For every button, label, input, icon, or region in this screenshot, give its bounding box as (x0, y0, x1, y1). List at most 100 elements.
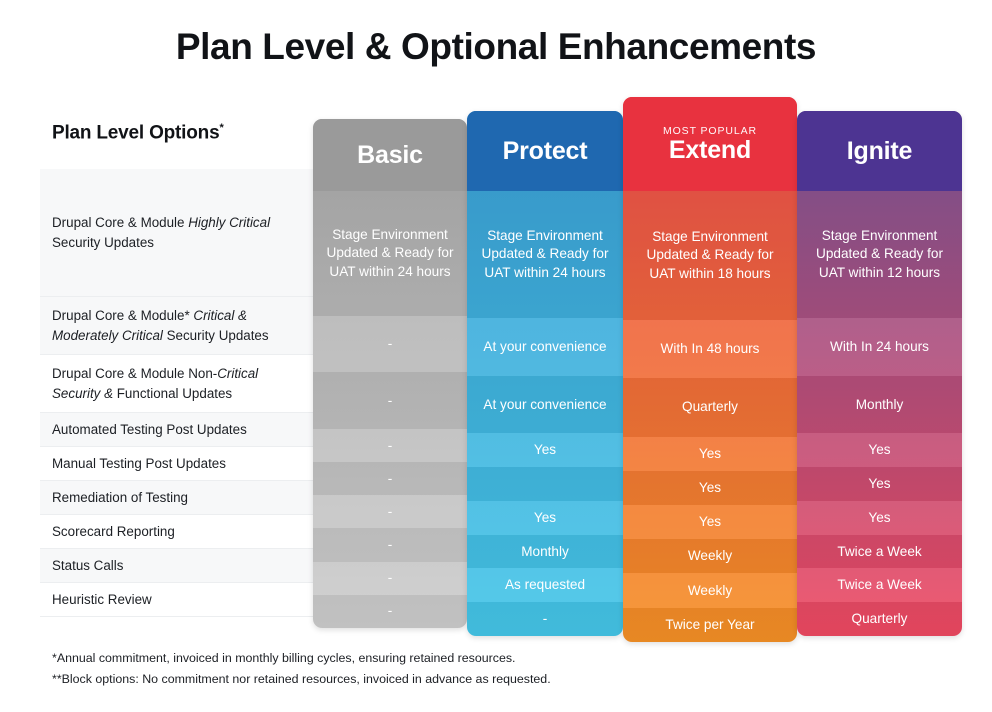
feature-label-text: Heuristic Review (52, 591, 152, 607)
plan-cell-value: - (387, 603, 393, 619)
feature-label-text: Remediation of Testing (52, 489, 188, 505)
plan-cell: - (313, 315, 467, 373)
plan-cell-value: Twice per Year (665, 616, 755, 632)
plan-cell-value: Twice a Week (837, 543, 922, 559)
feature-label-row: Drupal Core & Module* Critical & Moderat… (40, 297, 313, 355)
plan-cell: Yes (623, 505, 797, 540)
plan-cell-value: At your convenience (483, 338, 607, 354)
plan-cell-value: - (542, 611, 548, 627)
plan-cell: Twice per Year (623, 607, 797, 642)
plan-column-protect[interactable]: Protect Stage Environment Updated & Ready… (467, 111, 623, 636)
plan-comparison-table: Plan Level Options* Drupal Core & Module… (40, 97, 962, 642)
plan-cell: - (313, 561, 467, 595)
plan-column-extend[interactable]: MOST POPULAR Extend Stage Environment Upda… (623, 97, 797, 642)
plan-level-options-label: Plan Level Options* (52, 122, 224, 144)
plan-comparison-page: Plan Level & Optional Enhancements Plan … (0, 0, 992, 712)
plan-cell: Stage Environment Updated & Ready for UA… (623, 191, 797, 320)
feature-label-row: Status Calls (40, 549, 313, 583)
plan-cell-value: At your convenience (483, 396, 607, 412)
plan-level-options-text: Plan Level Options (52, 122, 220, 144)
plan-cell-value: As requested (504, 577, 586, 593)
plan-cell: Yes (797, 467, 962, 501)
plan-cell: Weekly (623, 573, 797, 608)
plan-cell: - (313, 462, 467, 496)
plan-cell: Monthly (467, 534, 623, 569)
plan-cell: Twice a Week (797, 568, 962, 603)
plan-cell: - (313, 428, 467, 463)
plan-header-protect[interactable]: Protect (467, 111, 623, 191)
plan-cell-value: - (387, 536, 393, 552)
plan-cell: Monthly (797, 375, 962, 434)
feature-label-column: Plan Level Options* Drupal Core & Module… (40, 97, 313, 642)
feature-label-text: Status Calls (52, 557, 124, 573)
plan-cell-value: With In 24 hours (830, 338, 929, 354)
plan-cell: As requested (467, 568, 623, 603)
plan-cell-value: Monthly (521, 543, 569, 559)
plan-cell: Yes (467, 500, 623, 535)
plan-cell: At your convenience (467, 375, 623, 434)
plan-cell-value: Stage Environment Updated & Ready for UA… (816, 228, 943, 280)
feature-label-row: Drupal Core & Module Highly Critical Sec… (40, 169, 313, 297)
feature-label-text: Drupal Core & Module* Critical & Moderat… (52, 308, 269, 343)
plan-cell: Quarterly (623, 378, 797, 437)
plan-cell-value: Yes (868, 442, 891, 458)
plan-cell: - (467, 602, 623, 636)
plan-cell (467, 467, 623, 501)
plan-cell-value: Stage Environment Updated & Ready for UA… (481, 228, 609, 280)
plan-cell: Yes (467, 433, 623, 468)
plan-cell: Twice a Week (797, 534, 962, 569)
plan-header-extend[interactable]: MOST POPULAR Extend (623, 97, 797, 191)
plan-name-label: Basic (357, 140, 423, 169)
plan-cell-value: Monthly (855, 396, 904, 412)
plan-header-basic[interactable]: Basic (313, 119, 467, 191)
footnotes: *Annual commitment, invoiced in monthly … (52, 648, 752, 691)
plan-cell-value: Yes (698, 479, 722, 495)
feature-label-text: Automated Testing Post Updates (52, 421, 247, 437)
feature-label-text: Drupal Core & Module Highly Critical Sec… (52, 215, 271, 250)
feature-label-row: Drupal Core & Module Non-Critical Securi… (40, 355, 313, 413)
plan-cell-value: - (387, 437, 393, 453)
plan-cell-value: Yes (868, 475, 891, 491)
table-row-header: Plan Level Options* (40, 97, 313, 169)
plan-cell-value: Yes (698, 514, 722, 530)
plan-cell-value: Quarterly (851, 611, 908, 627)
plan-cell-value: Yes (533, 509, 557, 525)
feature-label-text: Manual Testing Post Updates (52, 455, 226, 471)
feature-label-row: Heuristic Review (40, 583, 313, 617)
plan-cell-value: With In 48 hours (660, 340, 760, 356)
plan-header-ignite[interactable]: Ignite (797, 111, 962, 191)
plan-cell: With In 48 hours (623, 319, 797, 379)
plan-cell: Yes (623, 436, 797, 471)
plan-cell-value: Yes (533, 442, 557, 458)
plan-cell-value: Stage Environment Updated & Ready for UA… (326, 227, 454, 279)
plan-cell: Yes (797, 433, 962, 468)
feature-label-text: Drupal Core & Module Non-Critical Securi… (52, 366, 259, 401)
plan-cell: Yes (797, 500, 962, 535)
plan-cell-value: - (387, 570, 393, 586)
plan-cell-value: - (387, 336, 393, 352)
plan-name-label: Ignite (846, 136, 913, 165)
plan-column-basic[interactable]: Basic Stage Environment Updated & Ready f… (313, 119, 467, 628)
feature-label-list: Drupal Core & Module Highly Critical Sec… (40, 169, 313, 617)
plan-cell-value: Weekly (687, 548, 733, 564)
plan-cell-value: Twice a Week (837, 577, 922, 593)
plan-cell: Quarterly (797, 602, 962, 636)
plan-cell: - (313, 594, 467, 628)
plan-cell: Stage Environment Updated & Ready for UA… (797, 191, 962, 319)
plan-column-ignite[interactable]: Ignite Stage Environment Updated & Ready … (797, 111, 962, 636)
plan-cell: Weekly (623, 539, 797, 574)
plan-cell-value: Yes (868, 509, 891, 525)
feature-label-row: Manual Testing Post Updates (40, 447, 313, 481)
plan-cell-value: Yes (698, 445, 722, 461)
plan-cell-value: Quarterly (682, 399, 738, 415)
plan-cell-value: - (387, 503, 393, 519)
plan-name-label: Extend (668, 136, 752, 164)
most-popular-badge: MOST POPULAR (662, 125, 758, 137)
plan-cell: At your convenience (467, 318, 623, 376)
feature-label-text: Scorecard Reporting (52, 523, 175, 539)
plan-cell: - (313, 495, 467, 529)
plan-cell: Stage Environment Updated & Ready for UA… (313, 191, 467, 316)
plan-level-options-asterisk: * (219, 121, 224, 134)
plan-cell: - (313, 372, 467, 429)
feature-label-row: Scorecard Reporting (40, 515, 313, 549)
